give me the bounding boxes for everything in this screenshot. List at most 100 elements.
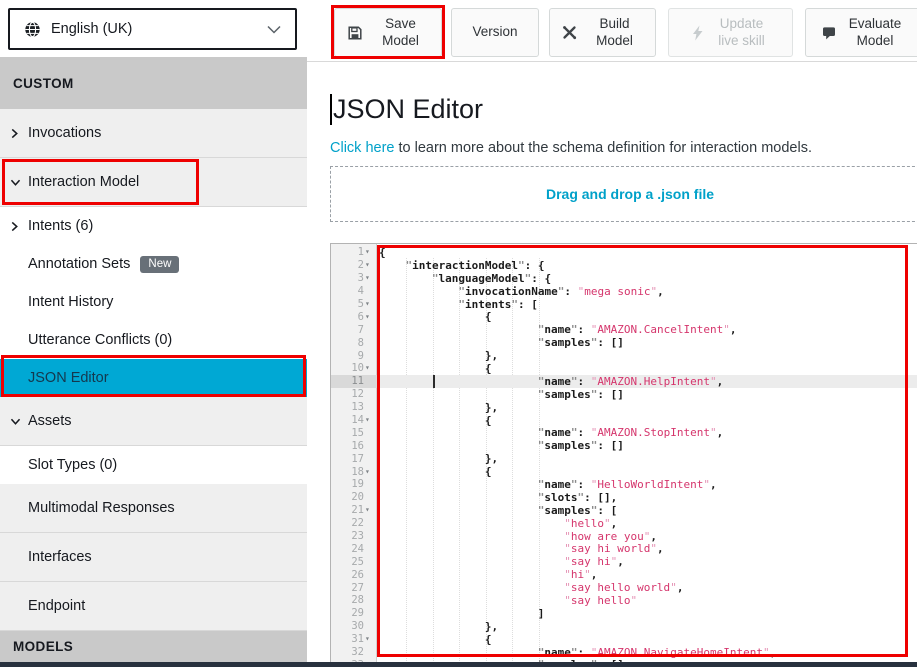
line-number[interactable]: 3▾ [331, 272, 377, 285]
line-number[interactable]: 28 [331, 594, 377, 607]
fold-arrow-icon[interactable]: ▾ [365, 313, 374, 321]
line-number[interactable]: 19 [331, 478, 377, 491]
fold-arrow-icon[interactable]: ▾ [365, 274, 374, 282]
code-line-11[interactable]: 11"name": "AMAZON.HelpIntent", [331, 375, 917, 388]
sidebar-item-interaction-model[interactable]: Interaction Model [0, 158, 307, 207]
json-code-editor[interactable]: 1▾{2▾"interactionModel": {3▾"languageMod… [330, 243, 917, 667]
chevron-down-icon [10, 178, 28, 187]
code-line-25[interactable]: 25"say hi", [331, 555, 917, 568]
code-text: "name": "AMAZON.HelpIntent", [377, 375, 917, 388]
code-line-27[interactable]: 27"say hello world", [331, 581, 917, 594]
code-line-19[interactable]: 19"name": "HelloWorldIntent", [331, 478, 917, 491]
code-text: "name": "AMAZON.StopIntent", [377, 426, 917, 439]
line-number[interactable]: 12 [331, 388, 377, 401]
line-number[interactable]: 32 [331, 646, 377, 659]
line-number[interactable]: 11 [331, 375, 377, 388]
code-line-20[interactable]: 20"slots": [], [331, 491, 917, 504]
line-number[interactable]: 10▾ [331, 362, 377, 375]
line-number[interactable]: 17 [331, 452, 377, 465]
code-line-15[interactable]: 15"name": "AMAZON.StopIntent", [331, 426, 917, 439]
code-line-13[interactable]: 13}, [331, 401, 917, 414]
code-line-24[interactable]: 24"say hi world", [331, 542, 917, 555]
fold-arrow-icon[interactable]: ▾ [365, 300, 374, 308]
code-line-30[interactable]: 30}, [331, 620, 917, 633]
line-number[interactable]: 8 [331, 336, 377, 349]
line-number[interactable]: 14▾ [331, 414, 377, 427]
line-number[interactable]: 16 [331, 439, 377, 452]
evaluate-model-button[interactable]: Evaluate Model [805, 8, 917, 57]
code-line-21[interactable]: 21▾"samples": [ [331, 504, 917, 517]
line-number[interactable]: 1▾ [331, 246, 377, 259]
line-number[interactable]: 24 [331, 542, 377, 555]
code-text: "slots": [], [377, 491, 917, 504]
code-line-23[interactable]: 23"how are you", [331, 530, 917, 543]
line-number[interactable]: 7 [331, 323, 377, 336]
sidebar-item-intents-6[interactable]: Intents (6) [0, 207, 307, 245]
fold-arrow-icon[interactable]: ▾ [365, 261, 374, 269]
sidebar-item-endpoint[interactable]: Endpoint [0, 582, 307, 631]
line-number[interactable]: 30 [331, 620, 377, 633]
line-number[interactable]: 6▾ [331, 310, 377, 323]
code-line-17[interactable]: 17}, [331, 452, 917, 465]
code-line-1[interactable]: 1▾{ [331, 246, 917, 259]
code-line-26[interactable]: 26"hi", [331, 568, 917, 581]
line-number[interactable]: 15 [331, 426, 377, 439]
sidebar-item-slot-types-0[interactable]: Slot Types (0) [0, 446, 307, 484]
code-line-9[interactable]: 9}, [331, 349, 917, 362]
sidebar-item-intent-history[interactable]: Intent History [0, 283, 307, 321]
line-number[interactable]: 18▾ [331, 465, 377, 478]
save-model-button[interactable]: Save Model [334, 8, 442, 57]
code-line-29[interactable]: 29] [331, 607, 917, 620]
code-line-32[interactable]: 32"name": "AMAZON.NavigateHomeIntent", [331, 646, 917, 659]
code-line-5[interactable]: 5▾"intents": [ [331, 298, 917, 311]
line-number[interactable]: 2▾ [331, 259, 377, 272]
line-number[interactable]: 29 [331, 607, 377, 620]
line-number[interactable]: 21▾ [331, 504, 377, 517]
sidebar-item-json-editor[interactable]: JSON Editor [0, 359, 307, 397]
code-line-28[interactable]: 28"say hello" [331, 594, 917, 607]
code-line-12[interactable]: 12"samples": [] [331, 388, 917, 401]
code-line-14[interactable]: 14▾{ [331, 414, 917, 427]
code-line-2[interactable]: 2▾"interactionModel": { [331, 259, 917, 272]
line-number[interactable]: 22 [331, 517, 377, 530]
line-number[interactable]: 26 [331, 568, 377, 581]
line-number[interactable]: 13 [331, 401, 377, 414]
code-line-31[interactable]: 31▾{ [331, 633, 917, 646]
fold-arrow-icon[interactable]: ▾ [365, 416, 374, 424]
fold-arrow-icon[interactable]: ▾ [365, 506, 374, 514]
line-number[interactable]: 4 [331, 285, 377, 298]
line-number[interactable]: 9 [331, 349, 377, 362]
click-here-link[interactable]: Click here [330, 140, 394, 156]
window-bottom-edge [0, 662, 917, 667]
build-model-button[interactable]: Build Model [549, 8, 656, 57]
line-number[interactable]: 23 [331, 530, 377, 543]
fold-arrow-icon[interactable]: ▾ [365, 248, 374, 256]
language-selector[interactable]: English (UK) [8, 8, 297, 50]
fold-arrow-icon[interactable]: ▾ [365, 468, 374, 476]
line-number[interactable]: 5▾ [331, 298, 377, 311]
sidebar-item-assets[interactable]: Assets [0, 397, 307, 446]
sidebar-item-multimodal-responses[interactable]: Multimodal Responses [0, 484, 307, 533]
code-line-4[interactable]: 4"invocationName": "mega sonic", [331, 285, 917, 298]
fold-arrow-icon[interactable]: ▾ [365, 364, 374, 372]
json-dropzone[interactable]: Drag and drop a .json file [330, 166, 917, 222]
version-button[interactable]: Version [451, 8, 539, 57]
sidebar-item-interfaces[interactable]: Interfaces [0, 533, 307, 582]
code-line-16[interactable]: 16"samples": [] [331, 439, 917, 452]
line-number[interactable]: 25 [331, 555, 377, 568]
fold-arrow-icon[interactable]: ▾ [365, 635, 374, 643]
sidebar-item-annotation-sets[interactable]: Annotation SetsNew [0, 245, 307, 283]
code-text: "samples": [ [377, 504, 917, 517]
sidebar-item-utterance-conflicts-0[interactable]: Utterance Conflicts (0) [0, 321, 307, 359]
code-line-10[interactable]: 10▾{ [331, 362, 917, 375]
line-number[interactable]: 27 [331, 581, 377, 594]
code-line-7[interactable]: 7"name": "AMAZON.CancelIntent", [331, 323, 917, 336]
code-line-22[interactable]: 22"hello", [331, 517, 917, 530]
code-line-6[interactable]: 6▾{ [331, 310, 917, 323]
sidebar-item-invocations[interactable]: Invocations [0, 109, 307, 158]
code-line-3[interactable]: 3▾"languageModel": { [331, 272, 917, 285]
line-number[interactable]: 31▾ [331, 633, 377, 646]
line-number[interactable]: 20 [331, 491, 377, 504]
code-line-18[interactable]: 18▾{ [331, 465, 917, 478]
code-line-8[interactable]: 8"samples": [] [331, 336, 917, 349]
